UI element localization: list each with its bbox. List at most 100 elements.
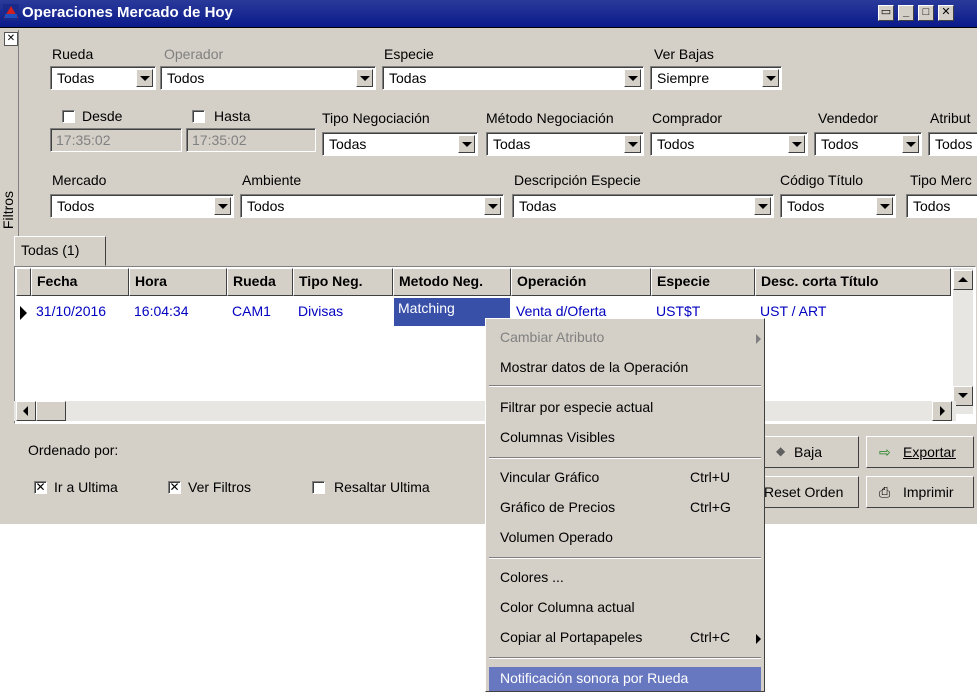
hasta-time-field[interactable]: 17:35:02 <box>186 128 316 152</box>
filters-label: Filtros <box>0 190 17 230</box>
cell-fecha[interactable]: 31/10/2016 <box>36 303 106 319</box>
filters-side-tab[interactable]: ✕ Filtros <box>0 32 18 254</box>
atributo-select[interactable]: Todos <box>928 132 977 156</box>
reset-orden-button[interactable]: Reset Orden <box>755 476 859 508</box>
ordenado-por-label: Ordenado por: <box>28 442 119 458</box>
descripcion-especie-select[interactable]: Todas <box>512 194 774 218</box>
cell-especie[interactable]: UST$T <box>656 303 700 319</box>
submenu-arrow-icon <box>756 334 761 344</box>
scroll-down-icon[interactable] <box>953 386 973 406</box>
menu-item-vincular-grafico[interactable]: Vincular Gráfico Ctrl+U <box>500 469 730 493</box>
menu-item-filtrar-especie[interactable]: Filtrar por especie actual <box>500 399 653 423</box>
metodo-negociacion-select[interactable]: Todas <box>486 132 644 156</box>
chevron-down-icon[interactable] <box>484 197 501 215</box>
close-filters-icon[interactable]: ✕ <box>4 32 18 46</box>
rueda-select[interactable]: Todas <box>50 66 156 90</box>
menu-item-mostrar-datos[interactable]: Mostrar datos de la Operación <box>500 359 688 383</box>
maximize-button[interactable]: □ <box>918 5 934 21</box>
scroll-thumb[interactable] <box>36 401 66 421</box>
hasta-label: Hasta <box>214 108 251 124</box>
eraser-icon: ◆ <box>776 444 786 458</box>
especie-select[interactable]: Todas <box>382 66 644 90</box>
chevron-down-icon[interactable] <box>788 135 805 153</box>
ver-bajas-select[interactable]: Siempre <box>650 66 782 90</box>
descripcion-especie-label: Descripción Especie <box>514 172 641 188</box>
especie-label: Especie <box>384 46 434 62</box>
submenu-arrow-icon <box>756 634 761 644</box>
ver-filtros-checkbox[interactable]: ✕ <box>168 481 181 494</box>
menu-item-colores[interactable]: Colores ... <box>500 569 564 593</box>
cell-hora[interactable]: 16:04:34 <box>134 303 189 319</box>
menu-separator <box>489 457 761 459</box>
menu-item-copiar-portapapeles[interactable]: Copiar al Portapapeles Ctrl+C <box>500 629 761 653</box>
chevron-down-icon[interactable] <box>876 197 893 215</box>
column-header-hora[interactable]: Hora <box>129 268 227 296</box>
chevron-down-icon[interactable] <box>356 69 373 87</box>
desde-time-field[interactable]: 17:35:02 <box>50 128 182 152</box>
desde-checkbox[interactable] <box>62 110 75 123</box>
window-title: Operaciones Mercado de Hoy <box>22 4 233 21</box>
column-header-fecha[interactable]: Fecha <box>31 268 129 296</box>
context-menu: Cambiar Atributo Mostrar datos de la Ope… <box>485 318 765 692</box>
tab-todas[interactable]: Todas (1) <box>14 236 106 266</box>
codigo-titulo-select[interactable]: Todos <box>780 194 896 218</box>
cell-operacion[interactable]: Venta d/Oferta <box>516 303 606 319</box>
filters-divider <box>18 30 19 258</box>
minimize-button[interactable]: _ <box>898 5 914 21</box>
cell-tipo-neg[interactable]: Divisas <box>298 303 343 319</box>
chevron-down-icon[interactable] <box>624 135 641 153</box>
ambiente-label: Ambiente <box>242 172 302 188</box>
vendedor-select[interactable]: Todos <box>814 132 922 156</box>
imprimir-button[interactable]: ⎙ Imprimir <box>866 476 974 508</box>
operador-select[interactable]: Todos <box>160 66 376 90</box>
menu-separator <box>489 385 761 387</box>
column-header-especie[interactable]: Especie <box>651 268 755 296</box>
exportar-button[interactable]: ⇨ Exportar <box>866 436 974 468</box>
ver-filtros-label: Ver Filtros <box>188 479 252 495</box>
ambiente-select[interactable]: Todos <box>240 194 504 218</box>
column-header-tipo-neg[interactable]: Tipo Neg. <box>293 268 393 296</box>
current-row-arrow-icon <box>20 306 27 320</box>
chevron-down-icon[interactable] <box>902 135 919 153</box>
chevron-down-icon[interactable] <box>214 197 231 215</box>
column-header-rueda[interactable]: Rueda <box>227 268 293 296</box>
resaltar-ultima-checkbox[interactable] <box>312 481 325 494</box>
chevron-down-icon[interactable] <box>762 69 779 87</box>
scroll-right-icon[interactable] <box>932 401 952 421</box>
comprador-select[interactable]: Todos <box>650 132 808 156</box>
atributo-label: Atribut <box>930 110 971 126</box>
scroll-left-icon[interactable] <box>16 401 36 421</box>
close-button[interactable]: ✕ <box>938 5 954 21</box>
chevron-down-icon[interactable] <box>754 197 771 215</box>
restore-icon[interactable]: ▭ <box>878 5 894 21</box>
cell-metodo-neg[interactable]: Matching <box>398 300 455 316</box>
tipo-negociacion-select[interactable]: Todas <box>322 132 478 156</box>
menu-item-notificacion-sonora[interactable]: Notificación sonora por Rueda <box>489 667 761 691</box>
codigo-titulo-label: Código Título <box>780 172 864 188</box>
chevron-down-icon[interactable] <box>136 69 153 87</box>
tipo-mercado-select[interactable]: Todos <box>906 194 977 218</box>
menu-item-cambiar-atributo[interactable]: Cambiar Atributo <box>500 329 761 353</box>
chevron-down-icon[interactable] <box>624 69 641 87</box>
cell-desc-corta[interactable]: UST / ART <box>760 303 826 319</box>
baja-button[interactable]: ◆ Baja <box>755 436 859 468</box>
column-header-metodo-neg[interactable]: Metodo Neg. <box>393 268 511 296</box>
comprador-label: Comprador <box>652 110 723 126</box>
scroll-up-icon[interactable] <box>953 270 973 290</box>
menu-item-volumen-operado[interactable]: Volumen Operado <box>500 529 613 553</box>
menu-separator <box>489 657 761 659</box>
menu-item-color-columna[interactable]: Color Columna actual <box>500 599 635 623</box>
column-header-desc-corta-titulo[interactable]: Desc. corta Título <box>755 268 951 296</box>
chevron-down-icon[interactable] <box>458 135 475 153</box>
cell-rueda[interactable]: CAM1 <box>232 303 271 319</box>
column-header-operacion[interactable]: Operación <box>511 268 651 296</box>
vertical-scrollbar[interactable] <box>953 268 973 414</box>
menu-item-columnas-visibles[interactable]: Columnas Visibles <box>500 429 615 453</box>
hasta-checkbox[interactable] <box>192 110 205 123</box>
ir-a-ultima-checkbox[interactable]: ✕ <box>34 481 47 494</box>
title-bar[interactable]: Operaciones Mercado de Hoy ▭ _ □ ✕ <box>0 0 977 28</box>
mercado-select[interactable]: Todos <box>50 194 234 218</box>
vendedor-label: Vendedor <box>818 110 878 126</box>
tipo-negociacion-label: Tipo Negociación <box>322 110 430 126</box>
menu-item-grafico-precios[interactable]: Gráfico de Precios Ctrl+G <box>500 499 731 523</box>
